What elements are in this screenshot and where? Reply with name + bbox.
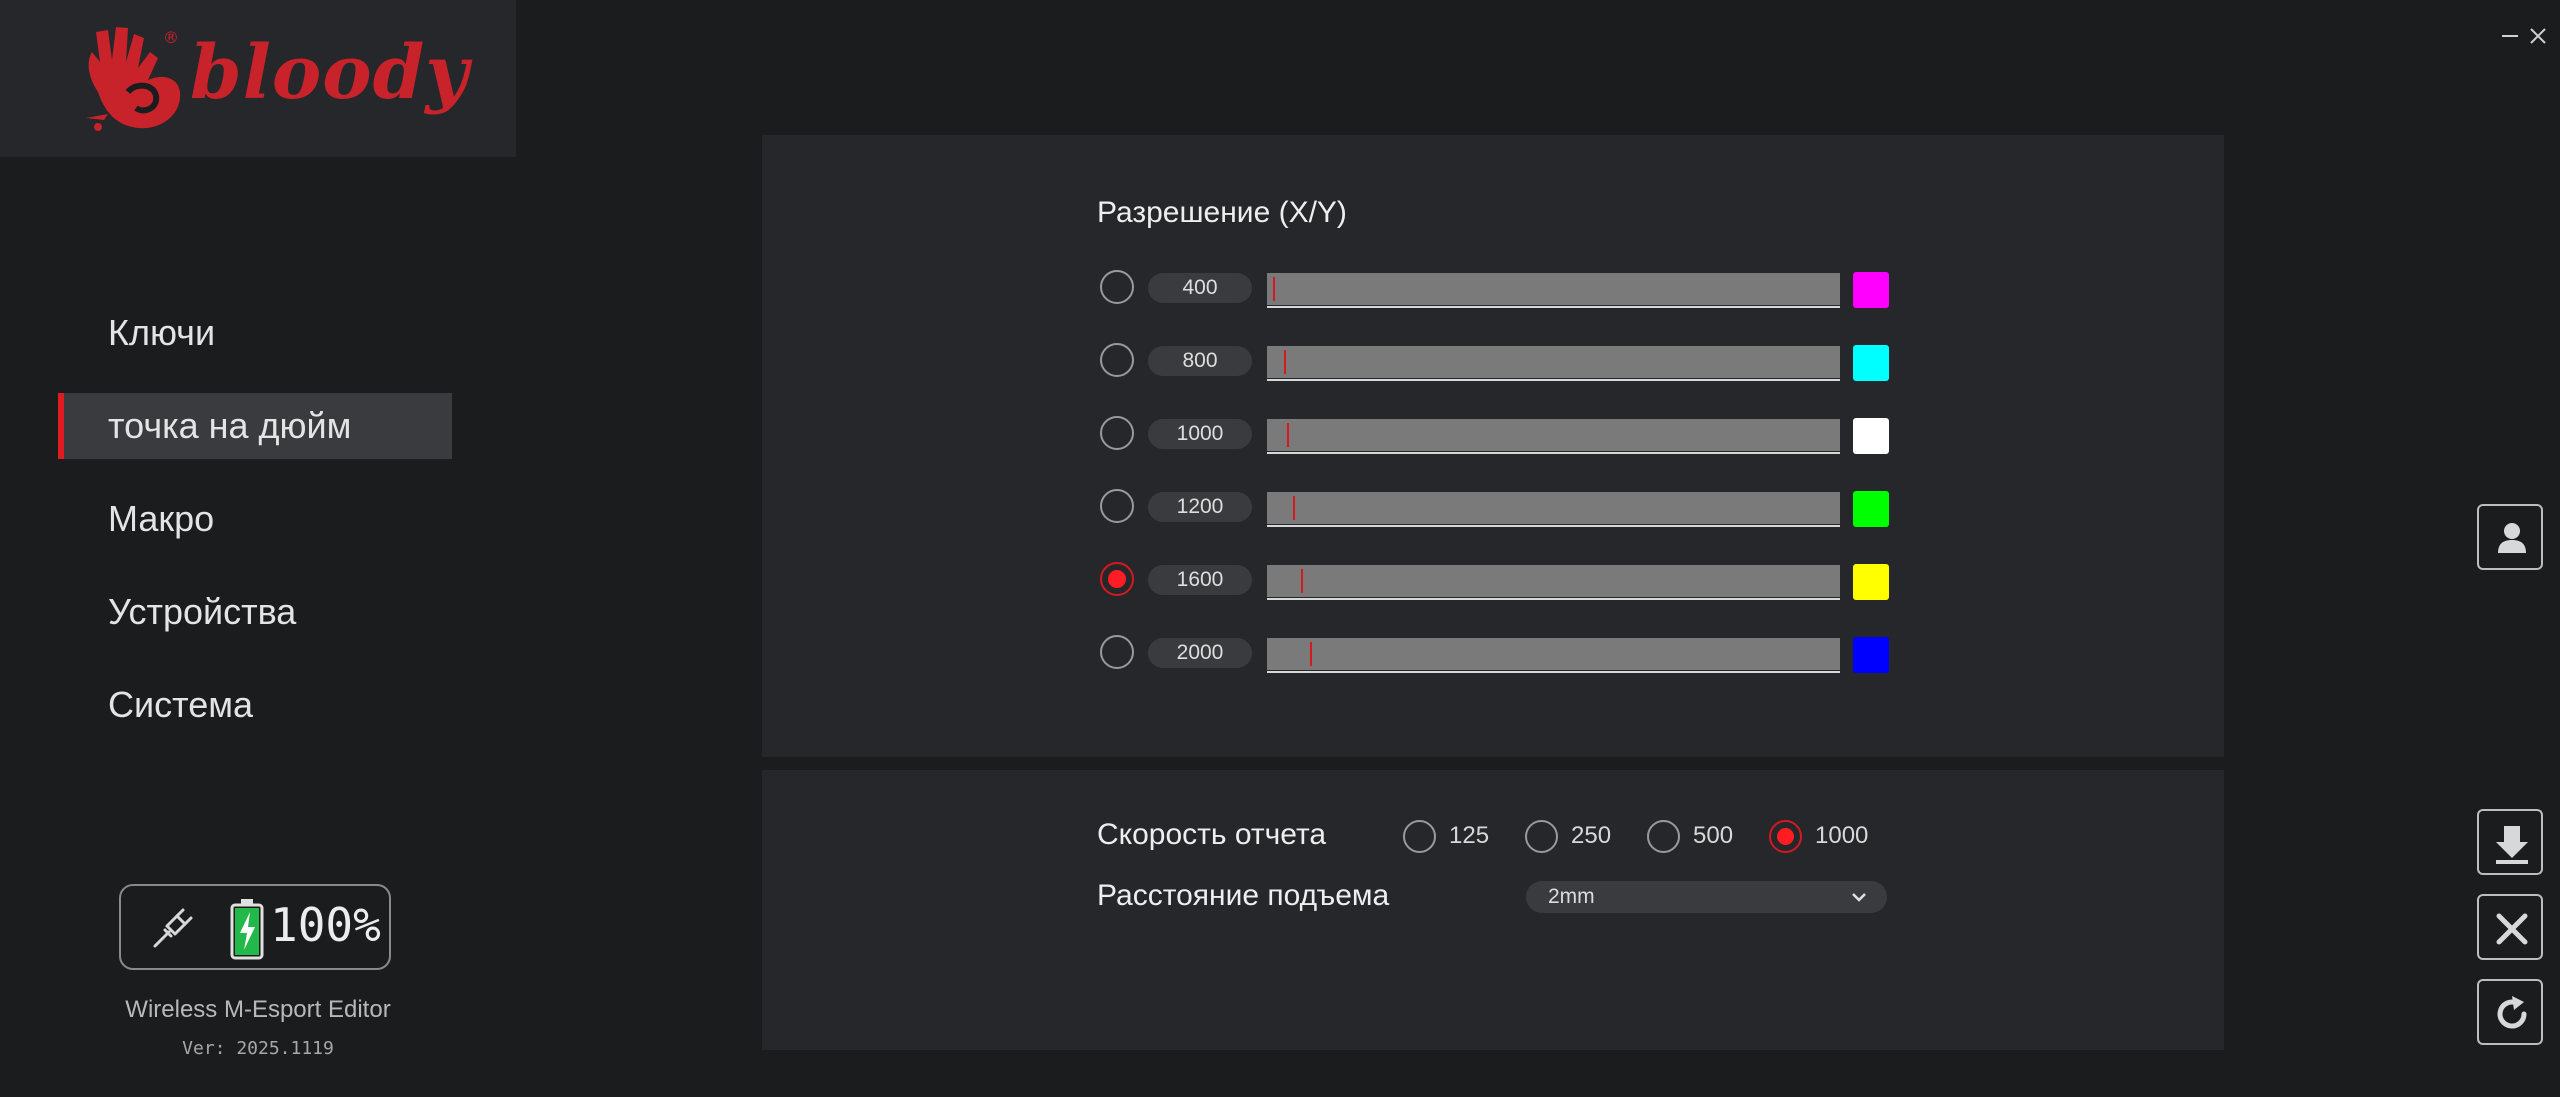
dpi-level-radio[interactable]	[1100, 416, 1134, 450]
report-rate-radio[interactable]	[1769, 820, 1802, 853]
dpi-level-slider[interactable]	[1267, 638, 1840, 673]
chevron-down-icon	[1852, 893, 1866, 902]
report-rate-radio[interactable]	[1403, 820, 1436, 853]
close-icon	[2530, 28, 2546, 44]
lift-distance-label: Расстояние подъема	[1097, 879, 1390, 912]
dpi-level-slider[interactable]	[1267, 419, 1840, 454]
nav-item-system[interactable]: Система	[58, 672, 452, 738]
app-window: ® bloody Ключи точка на дюйм Макро Устро…	[0, 0, 2560, 1097]
profile-button[interactable]	[2477, 504, 2543, 570]
app-version: Ver: 2025.1119	[182, 1038, 334, 1059]
report-rate-radio[interactable]	[1525, 820, 1558, 853]
bloody-hand-logo-icon	[86, 27, 181, 131]
x-icon	[2496, 913, 2528, 945]
user-icon	[2498, 523, 2526, 553]
dpi-level-radio[interactable]	[1100, 562, 1134, 596]
dpi-level-value[interactable]: 400	[1148, 273, 1252, 303]
dpi-level-value[interactable]: 1200	[1148, 492, 1252, 522]
save-to-device-button[interactable]	[2477, 809, 2543, 875]
dpi-level-row: 1200	[1097, 486, 1897, 527]
close-button[interactable]	[2506, 20, 2546, 52]
dpi-slider-thumb[interactable]	[1301, 569, 1303, 593]
dpi-level-value[interactable]: 800	[1148, 346, 1252, 376]
dpi-level-row: 2000	[1097, 632, 1897, 673]
dpi-level-row: 800	[1097, 340, 1897, 381]
lift-distance-select[interactable]: 2mm	[1526, 881, 1887, 913]
dpi-level-value[interactable]: 2000	[1148, 638, 1252, 668]
device-status: 100%	[119, 884, 391, 970]
lift-distance-value: 2mm	[1548, 885, 1595, 908]
dpi-slider-thumb[interactable]	[1284, 350, 1286, 374]
registered-mark: ®	[163, 28, 179, 47]
report-rate-label: Скорость отчета	[1097, 818, 1327, 851]
dpi-level-slider[interactable]	[1267, 273, 1840, 308]
dpi-slider-thumb[interactable]	[1293, 496, 1295, 520]
cancel-button[interactable]	[2477, 894, 2543, 960]
brand-logo: ® bloody	[0, 0, 516, 157]
dpi-level-slider[interactable]	[1267, 346, 1840, 381]
dpi-level-color-swatch[interactable]	[1853, 491, 1889, 527]
report-rate-value: 1000	[1815, 822, 1869, 849]
dpi-slider-thumb[interactable]	[1310, 642, 1312, 666]
wired-plug-icon	[153, 908, 193, 948]
nav-item-devices[interactable]: Устройства	[58, 579, 452, 645]
app-name: Wireless M-Esport Editor	[125, 996, 391, 1023]
dpi-level-slider[interactable]	[1267, 565, 1840, 600]
report-rate-value: 250	[1571, 822, 1612, 849]
dpi-level-color-swatch[interactable]	[1853, 345, 1889, 381]
dpi-level-color-swatch[interactable]	[1853, 272, 1889, 308]
report-rate-value: 125	[1449, 822, 1490, 849]
sidebar-nav: Ключи точка на дюйм Макро Устройства Сис…	[58, 300, 452, 765]
dpi-level-color-swatch[interactable]	[1853, 564, 1889, 600]
report-rate-radio[interactable]	[1647, 820, 1680, 853]
brand-name: bloody	[190, 30, 470, 116]
dpi-level-row: 400	[1097, 267, 1897, 308]
dpi-level-radio[interactable]	[1100, 635, 1134, 669]
battery-percent: 100%	[270, 898, 381, 952]
dpi-level-row: 1000	[1097, 413, 1897, 454]
battery-charging-icon	[230, 899, 264, 960]
dpi-level-radio[interactable]	[1100, 343, 1134, 377]
nav-item-macro[interactable]: Макро	[58, 486, 452, 552]
dpi-section-title: Разрешение (X/Y)	[1097, 196, 1347, 229]
report-rate-value: 500	[1693, 822, 1734, 849]
download-arrow-icon	[2496, 826, 2528, 864]
dpi-level-color-swatch[interactable]	[1853, 418, 1889, 454]
nav-item-dpi[interactable]: точка на дюйм	[58, 393, 452, 459]
dpi-level-value[interactable]: 1600	[1148, 565, 1252, 595]
dpi-level-value[interactable]: 1000	[1148, 419, 1252, 449]
sidebar: ® bloody Ключи точка на дюйм Макро Устро…	[0, 0, 516, 1097]
refresh-icon	[2497, 996, 2527, 1029]
dpi-slider-thumb[interactable]	[1273, 277, 1275, 301]
dpi-level-slider[interactable]	[1267, 492, 1840, 527]
dpi-level-radio[interactable]	[1100, 270, 1134, 304]
nav-item-keys[interactable]: Ключи	[58, 300, 452, 366]
dpi-level-row: 1600	[1097, 559, 1897, 600]
report-panel	[762, 770, 2224, 1050]
dpi-level-radio[interactable]	[1100, 489, 1134, 523]
reset-button[interactable]	[2477, 979, 2543, 1045]
dpi-slider-thumb[interactable]	[1287, 423, 1289, 447]
dpi-level-color-swatch[interactable]	[1853, 637, 1889, 673]
